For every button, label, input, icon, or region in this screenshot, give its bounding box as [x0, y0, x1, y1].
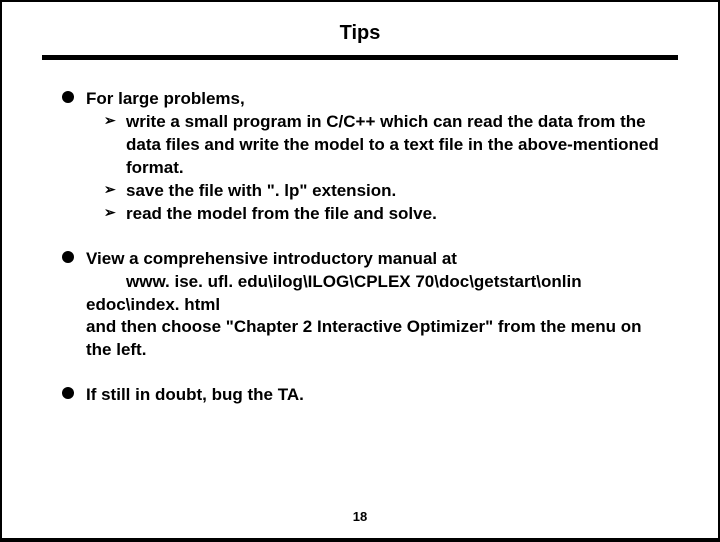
bullet-2-url: www. ise. ufl. edu\ilog\ILOG\CPLEX 70\do…	[86, 271, 668, 294]
sub-item-text: write a small program in C/C++ which can…	[126, 112, 659, 177]
bullet-item-2: View a comprehensive introductory manual…	[62, 248, 668, 363]
title-underline	[42, 55, 678, 60]
slide-title: Tips	[2, 22, 718, 55]
bullet-3-text: If still in doubt, bug the TA.	[86, 384, 668, 407]
sub-item-text: save the file with ". lp" extension.	[126, 181, 396, 200]
bullet-icon	[62, 387, 74, 399]
bullet-2-line3: edoc\index. html	[86, 294, 668, 317]
slide: Tips For large problems, ➢ write a small…	[2, 2, 718, 538]
bullet-icon	[62, 251, 74, 263]
bullet-1-text: For large problems,	[86, 88, 668, 111]
chevron-icon: ➢	[104, 111, 116, 130]
page-number: 18	[2, 509, 718, 524]
sub-item: ➢ write a small program in C/C++ which c…	[104, 111, 668, 180]
bullet-2-line4: and then choose "Chapter 2 Interactive O…	[86, 316, 668, 362]
sub-list-1: ➢ write a small program in C/C++ which c…	[86, 111, 668, 226]
bullet-item-1: For large problems, ➢ write a small prog…	[62, 88, 668, 226]
bullet-item-3: If still in doubt, bug the TA.	[62, 384, 668, 407]
bullet-icon	[62, 91, 74, 103]
slide-content: For large problems, ➢ write a small prog…	[2, 88, 718, 407]
sub-item: ➢ read the model from the file and solve…	[104, 203, 668, 226]
sub-item: ➢ save the file with ". lp" extension.	[104, 180, 668, 203]
chevron-icon: ➢	[104, 180, 116, 199]
chevron-icon: ➢	[104, 203, 116, 222]
sub-item-text: read the model from the file and solve.	[126, 204, 437, 223]
bullet-2-line1: View a comprehensive introductory manual…	[86, 248, 668, 271]
